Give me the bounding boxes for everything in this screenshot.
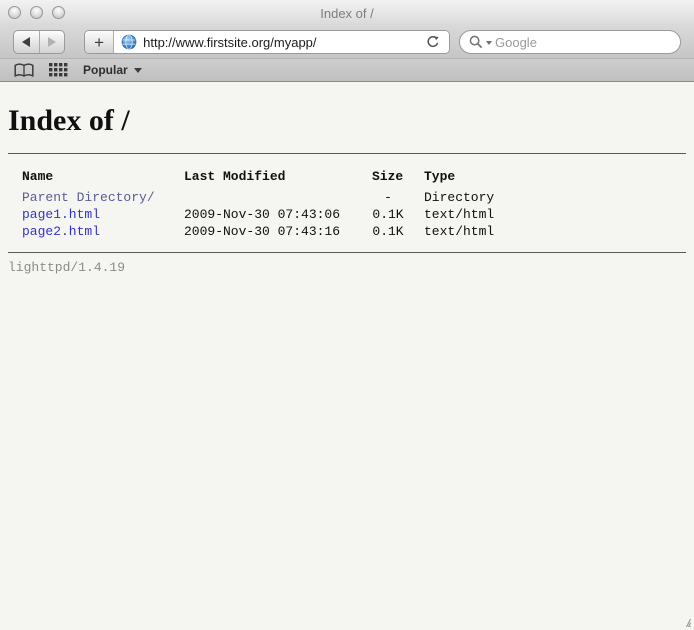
top-sites-grid-icon[interactable] [49, 63, 68, 77]
browser-window: Index of / + [0, 0, 694, 630]
chevron-down-icon [134, 68, 142, 73]
column-header-size: Size [372, 168, 404, 189]
file-link[interactable]: page1.html [22, 207, 100, 222]
column-header-modified: Last Modified [184, 168, 372, 189]
back-button[interactable] [14, 31, 39, 53]
bookmarks-book-icon[interactable] [14, 63, 34, 78]
page-content: Index of / Name Last Modified Size Type … [0, 82, 694, 630]
server-signature: lighttpd/1.4.19 [8, 260, 686, 275]
back-arrow-icon [21, 36, 31, 48]
search-input[interactable] [495, 35, 671, 50]
forward-arrow-icon [47, 36, 57, 48]
popular-label: Popular [83, 63, 128, 77]
table-row: page2.html 2009-Nov-30 07:43:16 0.1K tex… [22, 223, 494, 240]
modified-cell: 2009-Nov-30 07:43:06 [184, 206, 372, 223]
table-header-row: Name Last Modified Size Type [22, 168, 494, 189]
directory-table: Name Last Modified Size Type Parent Dire… [22, 168, 494, 240]
table-row: Parent Directory/ - Directory [22, 189, 494, 206]
add-bookmark-button[interactable]: + [85, 31, 114, 53]
parent-directory-link[interactable]: Parent Directory/ [22, 190, 155, 205]
search-bar [459, 30, 681, 54]
file-link[interactable]: page2.html [22, 224, 100, 239]
page-title: Index of / [8, 104, 686, 137]
type-cell: text/html [404, 206, 494, 223]
modified-cell [184, 189, 372, 206]
zoom-button[interactable] [52, 6, 65, 19]
globe-icon [121, 34, 137, 50]
directory-listing: Name Last Modified Size Type Parent Dire… [8, 153, 686, 253]
reload-button[interactable] [424, 31, 442, 53]
search-icon[interactable] [469, 35, 483, 49]
type-cell: Directory [404, 189, 494, 206]
url-input[interactable] [143, 35, 418, 50]
history-nav [13, 30, 65, 54]
size-cell: - [372, 189, 404, 206]
size-cell: 0.1K [372, 206, 404, 223]
address-bar [114, 31, 449, 53]
minimize-button[interactable] [30, 6, 43, 19]
size-cell: 0.1K [372, 223, 404, 240]
bookmarks-folder-popular[interactable]: Popular [83, 63, 142, 77]
close-button[interactable] [8, 6, 21, 19]
window-controls [8, 6, 65, 19]
search-engine-caret-icon[interactable] [486, 41, 492, 45]
table-row: page1.html 2009-Nov-30 07:43:06 0.1K tex… [22, 206, 494, 223]
type-cell: text/html [404, 223, 494, 240]
forward-button[interactable] [39, 31, 65, 53]
modified-cell: 2009-Nov-30 07:43:16 [184, 223, 372, 240]
title-bar: Index of / [0, 0, 694, 26]
window-title: Index of / [320, 6, 373, 21]
address-bar-group: + [84, 30, 450, 54]
browser-toolbar: + [0, 26, 694, 58]
resize-grip[interactable] [679, 615, 692, 628]
reload-icon [426, 35, 440, 49]
bookmarks-bar: Popular [0, 58, 694, 82]
column-header-name: Name [22, 168, 184, 189]
column-header-type: Type [404, 168, 494, 189]
